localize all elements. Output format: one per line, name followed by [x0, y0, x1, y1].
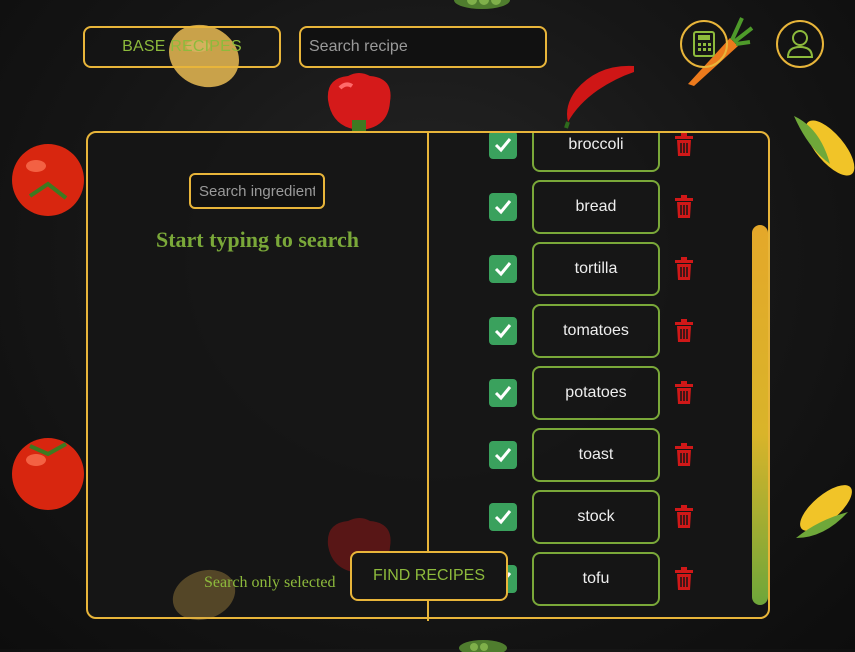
ingredient-chip[interactable]: tofu: [532, 552, 660, 606]
selected-ingredients-list: broccoli bread tortilla tomatoes potatoe…: [429, 133, 768, 617]
ingredient-checkbox[interactable]: [489, 193, 517, 221]
search-ingredient-input[interactable]: [189, 173, 325, 209]
corn-decoration: [794, 116, 855, 176]
check-icon: [494, 138, 512, 153]
trash-icon[interactable]: [673, 443, 695, 467]
trash-icon[interactable]: [673, 257, 695, 281]
ingredient-chip[interactable]: tortilla: [532, 242, 660, 296]
ingredient-checkbox[interactable]: [489, 441, 517, 469]
calculator-icon: [693, 31, 715, 57]
calculator-button[interactable]: [680, 20, 728, 68]
ingredient-chip[interactable]: potatoes: [532, 366, 660, 420]
ingredient-row: stock: [429, 490, 729, 544]
ingredient-chip[interactable]: toast: [532, 428, 660, 482]
trash-icon[interactable]: [673, 133, 695, 157]
ingredient-chip[interactable]: broccoli: [532, 133, 660, 172]
ingredient-checkbox[interactable]: [489, 133, 517, 159]
bell-pepper-decoration: [327, 73, 391, 132]
peas-decoration: [454, 0, 510, 9]
ingredient-row: bread: [429, 180, 729, 234]
tomato-decoration-2: [12, 438, 84, 510]
trash-icon[interactable]: [673, 381, 695, 405]
ingredient-row: toast: [429, 428, 729, 482]
search-only-selected-label[interactable]: Search only selected: [204, 574, 336, 592]
ingredients-panel: Start typing to search Search only selec…: [86, 131, 770, 621]
ingredient-chip[interactable]: bread: [532, 180, 660, 234]
trash-icon[interactable]: [673, 505, 695, 529]
ingredient-row: broccoli: [429, 133, 729, 172]
ingredient-checkbox[interactable]: [489, 255, 517, 283]
ingredient-checkbox[interactable]: [489, 317, 517, 345]
check-icon: [494, 200, 512, 215]
check-icon: [494, 510, 512, 525]
trash-icon[interactable]: [673, 195, 695, 219]
ingredient-checkbox[interactable]: [489, 503, 517, 531]
check-icon: [494, 324, 512, 339]
ingredient-row: tomatoes: [429, 304, 729, 358]
profile-button[interactable]: [776, 20, 824, 68]
trash-icon[interactable]: [673, 319, 695, 343]
chili-pepper-decoration: [564, 65, 634, 129]
user-icon: [786, 30, 814, 58]
ingredients-scrollbar[interactable]: [752, 225, 770, 607]
ingredient-row: tortilla: [429, 242, 729, 296]
tomato-decoration: [12, 144, 84, 216]
peas-decoration-2: [459, 640, 507, 652]
corn-decoration-2: [796, 485, 852, 538]
trash-icon[interactable]: [673, 567, 695, 591]
ingredient-chip[interactable]: stock: [532, 490, 660, 544]
empty-search-message: Start typing to search: [155, 227, 360, 252]
check-icon: [494, 386, 512, 401]
scrollbar-thumb[interactable]: [752, 225, 768, 605]
base-recipes-button[interactable]: BASE RECIPES: [83, 26, 281, 68]
search-recipe-input[interactable]: [299, 26, 547, 68]
find-recipes-button[interactable]: FIND RECIPES: [350, 551, 508, 601]
ingredient-chip[interactable]: tomatoes: [532, 304, 660, 358]
check-icon: [494, 262, 512, 277]
ingredient-row: potatoes: [429, 366, 729, 420]
ingredient-checkbox[interactable]: [489, 379, 517, 407]
check-icon: [494, 448, 512, 463]
